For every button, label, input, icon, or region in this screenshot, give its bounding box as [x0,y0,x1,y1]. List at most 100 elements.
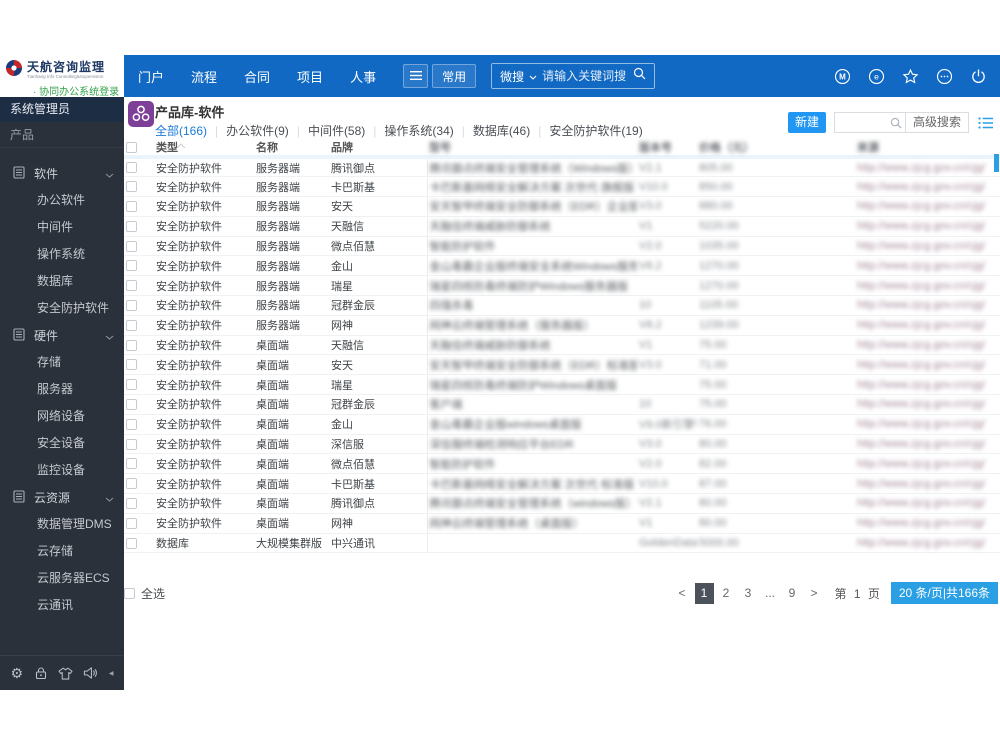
row-checkbox[interactable] [126,399,137,411]
search-engine-selector[interactable]: 微搜 [500,68,524,85]
sidebar-group-2[interactable]: 硬件 [0,322,124,349]
star-icon[interactable] [902,68,919,85]
sidebar-item-1-2[interactable]: 中间件 [0,214,124,241]
table-row[interactable]: 安全防护软件服务器端金山金山毒霸企业版终端安全系统Windows服务器版V8.2… [124,255,1000,277]
sidebar-item-2-1[interactable]: 存储 [0,349,124,376]
row-checkbox[interactable] [126,260,137,272]
table-row[interactable]: 安全防护软件 服务器端 微点佰慧 智能防护软件 V2.0 1035.00 http://ww… [124,236,1000,257]
row-checkbox[interactable] [126,300,137,312]
oa-login-link[interactable]: · 协同办公系统登录 [5,83,124,98]
speaker-icon[interactable] [83,666,98,680]
more-icon[interactable] [936,68,953,85]
page-button-...[interactable]: ... [761,583,780,604]
power-icon[interactable] [970,68,987,85]
header-checkbox[interactable] [126,141,137,153]
select-all-checkbox[interactable] [124,587,135,599]
sidebar-item-3-4[interactable]: 云通讯 [0,592,124,619]
sidebar-group-1[interactable]: 软件 [0,160,124,187]
table-row[interactable]: 安全防护软件 桌面端 卡巴斯基 卡巴斯基网络安全解决方案 次世代·标准版 V10.0 87… [124,473,1000,495]
sidebar-item-2-5[interactable]: 监控设备 [0,457,124,484]
global-search-input[interactable] [542,69,629,83]
row-checkbox[interactable] [126,458,137,470]
search-icon[interactable] [633,67,646,85]
row-checkbox[interactable] [126,220,137,232]
nav-item-1[interactable]: 门户 [138,67,164,86]
row-checkbox[interactable] [126,162,137,174]
tab-5[interactable]: 数据库(46) [473,122,530,139]
row-checkbox[interactable] [126,517,137,529]
page-prev-button[interactable]: < [673,583,692,604]
page-button-9[interactable]: 9 [783,583,802,604]
row-checkbox[interactable] [126,240,137,252]
chevron-down-icon[interactable] [529,67,537,85]
sidebar-item-2-4[interactable]: 安全设备 [0,430,124,457]
select-all-control[interactable]: 全选 [124,585,165,602]
search-icon[interactable] [887,117,905,129]
sidebar-item-2-2[interactable]: 服务器 [0,376,124,403]
row-checkbox[interactable] [126,379,137,391]
row-checkbox[interactable] [126,359,137,371]
table-row[interactable]: 安全防护软件 桌面端 瑞星 瑞星四核防毒终端防护Windows桌面版 75.00 http… [124,374,1000,396]
page-button-2[interactable]: 2 [717,583,736,604]
table-row[interactable]: 安全防护软件 桌面端 安天 安天智甲终端安全防御系统（EDR）标准版 V3.0 71.00… [124,354,1000,376]
page-jump-text[interactable]: 第 1 页 [835,585,882,602]
row-checkbox[interactable] [126,181,137,193]
shirt-icon[interactable] [58,667,73,680]
table-row[interactable]: 安全防护软件 服务器端 天融信 天融信终端威胁防御系统 V1 5220.00 http://… [124,216,1000,237]
m-badge-icon[interactable]: M [834,68,851,85]
table-row[interactable]: 安全防护软件 服务器端 网神 网神云终端管理系统（服务器版） V8.2 1239.00 ht… [124,315,1000,336]
table-row[interactable]: 数据库大规模集群版中兴通讯 GoldenData s...5000.00http:… [124,533,1000,554]
sidebar-group-3[interactable]: 云资源 [0,484,124,511]
table-row[interactable]: 安全防护软件 服务器端 腾讯御点 腾讯御点终端安全管理系统（Windows版） V2.1… [124,157,1000,178]
page-button-1[interactable]: 1 [694,582,714,604]
list-view-toggle-icon[interactable] [978,116,994,130]
lock-icon[interactable] [34,666,48,680]
tab-3[interactable]: 中间件(58) [308,122,365,139]
sidebar-item-1-3[interactable]: 操作系统 [0,241,124,268]
table-row[interactable]: 安全防护软件 服务器端 瑞星 瑞星四核防毒终端防护Windows服务器版 1270.00… [124,275,1000,297]
sidebar-section-product[interactable]: 产品 [0,122,124,148]
sidebar-item-1-4[interactable]: 数据库 [0,268,124,295]
table-row[interactable]: 安全防护软件 桌面端 冠群金辰 客户端 10 75.00 http://www.zjcg.g… [124,394,1000,415]
tab-4[interactable]: 操作系统(34) [384,122,453,139]
row-checkbox[interactable] [126,280,137,292]
sidebar-item-2-3[interactable]: 网络设备 [0,403,124,430]
sidebar-item-3-1[interactable]: 数据管理DMS [0,511,124,538]
row-checkbox[interactable] [126,537,137,549]
table-row[interactable]: 安全防护软件 桌面端 腾讯御点 腾讯御点终端安全管理系统（windows版）V2.1 V… [124,493,1000,514]
page-next-button[interactable]: > [805,583,824,604]
table-row[interactable]: 安全防护软件 桌面端 网神 网神云终端管理系统（桌面版） V1 80.00 http://w… [124,513,1000,534]
table-row[interactable]: 安全防护软件 服务器端 卡巴斯基 卡巴斯基网络安全解决方案 次世代·旗舰版 V10.0 8… [124,176,1000,198]
table-row[interactable]: 安全防护软件 服务器端 安天 安天智甲终端安全防御系统（EDR）企业版 V3.0 880.… [124,196,1000,217]
table-row[interactable]: 安全防护软件桌面端金山金山毒霸企业版windows桌面版V9.0新引擎V876.… [124,414,1000,435]
row-checkbox[interactable] [126,319,137,331]
nav-item-5[interactable]: 人事 [350,67,376,86]
tab-6[interactable]: 安全防护软件(19) [549,122,642,139]
collapse-panel-icon[interactable]: ◀ [109,670,114,677]
nav-item-common[interactable]: 常用 [432,64,477,88]
sidebar-item-1-1[interactable]: 办公软件 [0,187,124,214]
row-checkbox[interactable] [126,498,137,510]
row-checkbox[interactable] [126,438,137,450]
sidebar-item-3-2[interactable]: 云存储 [0,538,124,565]
table-row[interactable]: 安全防护软件 桌面端 深信服 深信服终端检测响应平台EDR V3.0 80.00 http:… [124,434,1000,455]
scrollbar-thumb[interactable] [994,154,999,172]
table-row[interactable]: 安全防护软件 桌面端 天融信 天融信终端威胁防御系统 V1 75.00 http://www… [124,335,1000,356]
row-checkbox[interactable] [126,418,137,430]
row-checkbox[interactable] [126,478,137,490]
nav-item-2[interactable]: 流程 [191,67,217,86]
new-button[interactable]: 新建 [787,112,826,133]
table-row[interactable]: 安全防护软件 服务器端 冠群金辰 四强杀毒 10 1105.00 http://www.zj… [124,295,1000,316]
tab-2[interactable]: 办公软件(9) [226,122,289,139]
nav-more-menu-button[interactable] [403,64,429,88]
nav-item-4[interactable]: 项目 [297,67,323,86]
table-search-input[interactable] [834,114,887,131]
table-row[interactable]: 安全防护软件 桌面端 微点佰慧 智能防护软件 V2.0 82.00 http://www.z… [124,453,1000,475]
advanced-search-button[interactable]: 高级搜索 [905,112,969,133]
page-size-badge[interactable]: 20 条/页|共166条 [890,582,998,604]
message-icon[interactable]: e [868,68,885,85]
sidebar-item-1-5[interactable]: 安全防护软件 [0,295,124,322]
page-button-3[interactable]: 3 [739,583,758,604]
row-checkbox[interactable] [126,201,137,213]
nav-item-3[interactable]: 合同 [244,67,270,86]
